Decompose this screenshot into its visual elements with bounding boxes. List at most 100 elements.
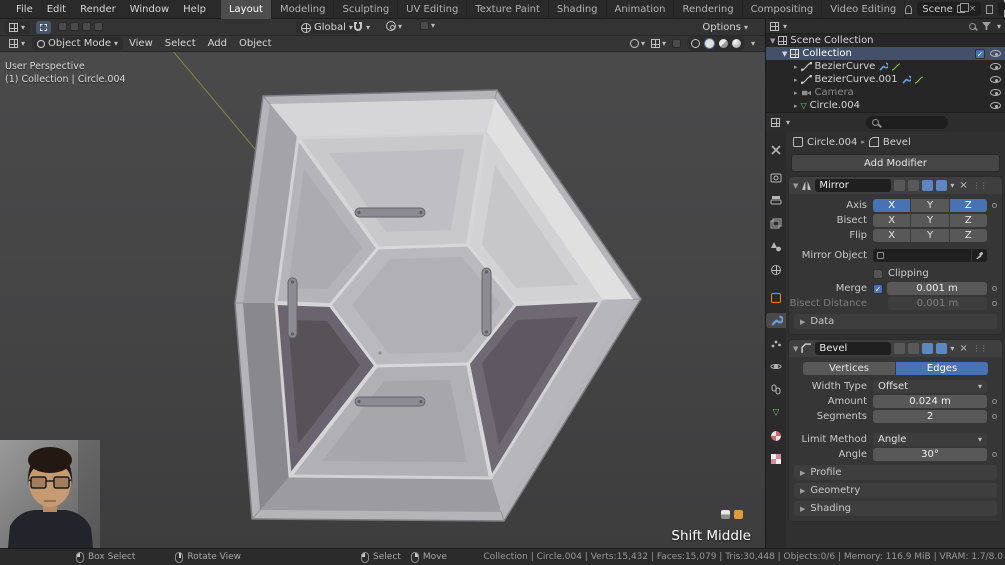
tab-modeling[interactable]: Modeling	[272, 0, 335, 19]
cage-display-toggle-icon[interactable]	[908, 343, 919, 354]
outliner-row-collection[interactable]: ▼ Collection ✓	[766, 47, 1005, 60]
tab-object[interactable]	[766, 290, 787, 305]
decorator-dot[interactable]	[992, 414, 997, 419]
tab-animation[interactable]: Animation	[607, 0, 675, 19]
shading-rendered-icon[interactable]	[732, 39, 741, 48]
amount-field[interactable]: 0.024 m	[873, 395, 987, 408]
snap-dropdown-icon[interactable]: ▾	[366, 23, 370, 32]
menu-render[interactable]: Render	[73, 4, 123, 15]
decorator-dot[interactable]	[992, 399, 997, 404]
tab-output[interactable]	[766, 193, 787, 208]
disclosure-closed-icon[interactable]: ▸	[794, 89, 798, 97]
editmode-display-toggle-icon[interactable]	[894, 343, 905, 354]
properties-editor-type-icon[interactable]	[771, 118, 780, 127]
add-modifier-button[interactable]: Add Modifier	[791, 154, 1000, 172]
cage-display-toggle-icon[interactable]	[908, 180, 919, 191]
chevron-down-icon[interactable]: ▾	[641, 39, 645, 48]
tab-shading[interactable]: Shading	[549, 0, 607, 19]
tab-uv-editing[interactable]: UV Editing	[398, 0, 467, 19]
outliner-filter-icon[interactable]	[982, 22, 991, 30]
chevron-down-icon[interactable]: ▾	[783, 22, 787, 31]
merge-threshold-field[interactable]: 0.001 m	[887, 282, 987, 295]
tab-modifiers[interactable]	[766, 313, 787, 328]
drag-handle-icon[interactable]: ⋮⋮	[973, 181, 987, 190]
width-type-dropdown[interactable]: Offset ▾	[873, 380, 987, 393]
outliner-row-circle[interactable]: ▸ ▽ Circle.004	[766, 99, 1005, 112]
tab-compositing[interactable]: Compositing	[743, 0, 823, 19]
outliner-search-icon[interactable]	[969, 23, 976, 30]
merge-checkbox[interactable]: ✓	[873, 284, 883, 294]
panel-expand-icon[interactable]: ▼	[793, 345, 798, 353]
outliner-row-camera[interactable]: ▸ Camera	[766, 86, 1005, 99]
segments-field[interactable]: 2	[873, 410, 987, 423]
modifier-name-field[interactable]: Bevel	[815, 342, 891, 355]
properties-search-input[interactable]	[866, 116, 948, 129]
disclosure-closed-icon[interactable]: ▸	[794, 102, 798, 110]
realtime-display-toggle-icon[interactable]	[922, 343, 933, 354]
modifier-extras-dropdown-icon[interactable]: ▾	[950, 181, 954, 190]
menu-window[interactable]: Window	[123, 4, 176, 15]
decorator-dot[interactable]	[992, 452, 997, 457]
select-intersect-icon[interactable]	[94, 22, 103, 31]
breadcrumb-modifier[interactable]: Bevel	[883, 137, 911, 148]
menu-file[interactable]: File	[9, 4, 40, 15]
menu-view[interactable]: View	[123, 38, 159, 49]
mode-dropdown[interactable]: Object Mode ▾	[32, 37, 123, 50]
flip-y-button[interactable]: Y	[911, 229, 949, 242]
chevron-down-icon[interactable]: ▾	[786, 118, 790, 127]
eyedropper-button[interactable]	[972, 249, 987, 262]
hide-eye-icon[interactable]	[990, 63, 1001, 70]
outliner-row-beziercurve-001[interactable]: ▸ BezierCurve.001	[766, 73, 1005, 86]
proportional-edit-icon[interactable]	[386, 21, 396, 31]
view-transform-icon[interactable]	[420, 21, 429, 30]
bevel-panel-header[interactable]: ▼ Bevel ▾ × ⋮⋮	[789, 340, 1002, 357]
select-extend-icon[interactable]	[70, 22, 79, 31]
hide-eye-icon[interactable]	[990, 76, 1001, 83]
xray-toggle-icon[interactable]	[672, 39, 681, 48]
tab-sculpting[interactable]: Sculpting	[334, 0, 398, 19]
remove-modifier-icon[interactable]: ×	[957, 343, 969, 354]
tab-constraints[interactable]	[766, 382, 787, 397]
disclosure-open-icon[interactable]: ▼	[782, 50, 787, 58]
tab-layout[interactable]: Layout	[221, 0, 272, 19]
tab-tool[interactable]	[766, 142, 787, 157]
disclosure-closed-icon[interactable]: ▸	[794, 63, 798, 71]
new-scene-icon[interactable]	[957, 5, 965, 13]
editor-type-button[interactable]: ▾	[4, 21, 30, 34]
outliner-editor-type-icon[interactable]	[770, 22, 779, 31]
editmode-display-toggle-icon[interactable]	[894, 180, 905, 191]
flip-z-button[interactable]: Z	[950, 229, 987, 242]
affect-edges-button[interactable]: Edges	[896, 362, 988, 375]
profile-subpanel-header[interactable]: ▶ Profile	[794, 465, 997, 480]
remove-scene-icon[interactable]: ×	[969, 5, 977, 14]
axis-y-button[interactable]: Y	[911, 199, 949, 212]
mirror-object-field[interactable]	[873, 249, 971, 262]
drag-handle-icon[interactable]: ⋮⋮	[973, 344, 987, 353]
tab-view-layer[interactable]	[766, 216, 787, 231]
shading-subpanel-header[interactable]: ▶ Shading	[794, 501, 997, 516]
viewport-editor-type-button[interactable]: ▾	[4, 37, 30, 50]
render-display-toggle-icon[interactable]	[936, 343, 947, 354]
extra-dropdown-icon[interactable]: ▾	[431, 21, 435, 30]
view-layer-selector[interactable]: View Layer ×	[998, 2, 1005, 16]
select-subtract-icon[interactable]	[82, 22, 91, 31]
limit-method-dropdown[interactable]: Angle ▾	[873, 433, 987, 446]
bisect-y-button[interactable]: Y	[911, 214, 949, 227]
axis-x-button[interactable]: X	[873, 199, 911, 212]
data-subpanel-header[interactable]: ▶ Data	[794, 314, 997, 329]
menu-edit[interactable]: Edit	[40, 4, 73, 15]
hide-eye-icon[interactable]	[990, 102, 1001, 109]
modifier-extras-dropdown-icon[interactable]: ▾	[950, 344, 954, 353]
hide-eye-icon[interactable]	[990, 89, 1001, 96]
outliner-row-beziercurve[interactable]: ▸ BezierCurve	[766, 60, 1005, 73]
tab-texture[interactable]	[766, 451, 787, 466]
breadcrumb-object[interactable]: Circle.004	[807, 137, 857, 148]
tab-render[interactable]	[766, 170, 787, 185]
menu-select[interactable]: Select	[159, 38, 202, 49]
magnet-icon[interactable]	[352, 21, 364, 33]
tab-object-data[interactable]: ▽	[766, 405, 787, 420]
bisect-x-button[interactable]: X	[873, 214, 911, 227]
geometry-subpanel-header[interactable]: ▶ Geometry	[794, 483, 997, 498]
decorator-dot[interactable]	[992, 301, 997, 306]
menu-help[interactable]: Help	[176, 4, 213, 15]
